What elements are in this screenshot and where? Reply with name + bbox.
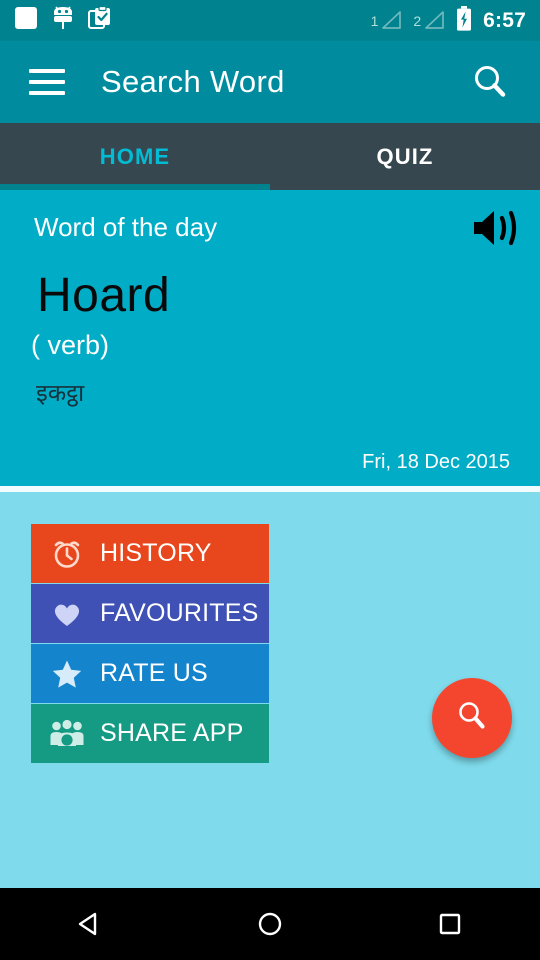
- status-bar-notification-icons: [14, 5, 112, 35]
- battery-charging-icon: [456, 5, 472, 36]
- tab-home-label: HOME: [99, 143, 171, 169]
- white-square-icon: [14, 6, 38, 35]
- recents-square-icon[interactable]: [410, 888, 490, 960]
- android-navigation-bar: [0, 888, 540, 960]
- rate-us-button[interactable]: RATE US: [31, 644, 269, 703]
- app-bar: Search Word: [0, 41, 540, 123]
- word-translation: इकट्ठा: [36, 379, 85, 407]
- sim2-signal-icon: 2: [413, 11, 445, 30]
- status-bar: 1 2 6:57: [0, 0, 540, 41]
- alarm-clock-icon: [50, 537, 84, 571]
- tab-quiz[interactable]: QUIZ: [270, 123, 540, 190]
- sim1-label: 1: [370, 13, 379, 29]
- hamburger-menu-icon[interactable]: [18, 53, 76, 111]
- menu-line: [29, 91, 65, 95]
- search-icon: [454, 698, 490, 739]
- back-triangle-icon[interactable]: [50, 888, 130, 960]
- word-of-the-day-label: Word of the day: [34, 212, 218, 242]
- tab-bar: HOME QUIZ: [0, 123, 540, 190]
- sim2-label: 2: [413, 13, 422, 29]
- share-app-button-label: SHARE APP: [100, 719, 244, 747]
- tab-home[interactable]: HOME: [0, 123, 270, 190]
- word-of-the-day-text: Hoard: [37, 269, 171, 322]
- word-part-of-speech: ( verb): [31, 330, 110, 360]
- people-group-icon: [50, 717, 84, 751]
- clipboard-check-icon: [88, 5, 112, 35]
- status-bar-system-icons: 1 2 6:57: [371, 5, 526, 36]
- tab-quiz-label: QUIZ: [376, 143, 434, 169]
- android-robot-icon: [52, 6, 74, 35]
- rate-us-button-label: RATE US: [100, 659, 208, 687]
- favourites-button[interactable]: FAVOURITES: [31, 584, 269, 643]
- history-button-label: HISTORY: [100, 539, 212, 567]
- phone-screen: 1 2 6:57 Search Word HOME QUIZ Word of t…: [0, 0, 540, 960]
- word-of-the-day-date: Fri, 18 Dec 2015: [362, 451, 510, 473]
- home-circle-icon[interactable]: [230, 888, 310, 960]
- history-button[interactable]: HISTORY: [31, 524, 269, 583]
- star-icon: [50, 657, 84, 691]
- menu-line: [29, 69, 65, 73]
- share-app-button[interactable]: SHARE APP: [31, 704, 269, 763]
- speaker-volume-icon[interactable]: [466, 202, 528, 254]
- menu-line: [29, 80, 65, 84]
- favourites-button-label: FAVOURITES: [100, 599, 259, 627]
- page-title: Search Word: [101, 64, 285, 99]
- word-of-the-day-card[interactable]: Word of the day Hoard ( verb) इकट्ठा Fri…: [0, 190, 540, 486]
- sim1-signal-icon: 1: [371, 11, 403, 30]
- search-fab-button[interactable]: [432, 678, 512, 758]
- status-bar-clock: 6:57: [483, 9, 526, 32]
- heart-icon: [50, 597, 84, 631]
- action-button-list: HISTORY FAVOURITES RATE US SHARE APP: [31, 524, 269, 764]
- search-icon[interactable]: [462, 54, 518, 110]
